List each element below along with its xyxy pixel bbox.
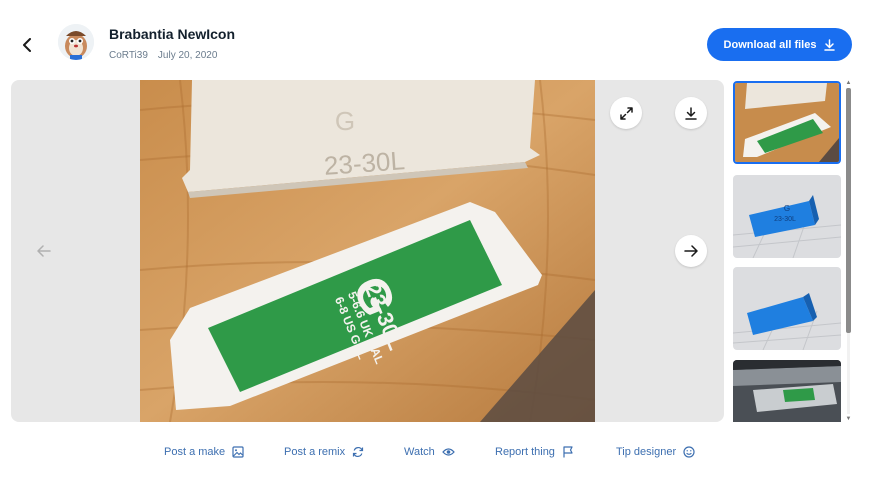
download-image-button[interactable] [675, 97, 707, 129]
thing-actions: Post a make Post a remix Watch Report th… [0, 446, 870, 464]
author-link[interactable]: CoRTi39 [109, 50, 148, 61]
avatar[interactable] [58, 24, 94, 60]
tip-designer-button[interactable]: Tip designer [616, 446, 695, 458]
eye-icon [441, 448, 455, 456]
watch-button[interactable]: Watch [404, 446, 455, 458]
thumbnail-2[interactable]: G 23-30L [733, 175, 841, 258]
post-make-label: Post a make [164, 446, 226, 458]
arrow-left-icon [37, 245, 51, 257]
arrow-right-icon [684, 245, 698, 257]
download-icon [685, 106, 697, 120]
top-label-letter: G [335, 106, 355, 136]
chevron-left-icon [23, 38, 31, 52]
thing-meta: CoRTi39 July 20, 2020 [109, 50, 217, 61]
watch-label: Watch [404, 446, 435, 458]
thing-title: Brabantia NewIcon [109, 26, 236, 42]
report-thing-label: Report thing [495, 446, 555, 458]
flag-icon [563, 446, 573, 458]
tip-designer-label: Tip designer [616, 446, 677, 458]
scrollbar-thumb[interactable] [846, 88, 851, 333]
back-button[interactable] [14, 32, 40, 58]
remix-icon [353, 446, 364, 458]
fullscreen-button[interactable] [610, 97, 642, 129]
post-make-button[interactable]: Post a make [164, 446, 244, 458]
photo-labels-image: G 23-30L G 23-30L 5-6.6 UK GAL 6-8 US GA… [140, 80, 595, 422]
next-image-button[interactable] [675, 235, 707, 267]
top-label-size: 23-30L [323, 145, 406, 181]
thing-page: Brabantia NewIcon CoRTi39 July 20, 2020 … [0, 0, 870, 489]
post-remix-button[interactable]: Post a remix [284, 446, 364, 458]
thumbnail-strip: G 23-30L [733, 80, 843, 422]
svg-text:G: G [784, 204, 790, 213]
image-icon [232, 446, 244, 458]
avatar-image [58, 24, 94, 60]
main-photo[interactable]: G 23-30L G 23-30L 5-6.6 UK GAL 6-8 US GA… [140, 80, 595, 422]
download-all-label: Download all files [723, 38, 817, 51]
thumbnail-1[interactable] [733, 81, 841, 164]
expand-icon [619, 106, 633, 120]
svg-text:23-30L: 23-30L [774, 216, 796, 223]
image-viewer: G 23-30L G 23-30L 5-6.6 UK GAL 6-8 US GA… [11, 80, 724, 422]
scroll-up-arrow[interactable]: ▲ [845, 80, 852, 86]
download-all-button[interactable]: Download all files [707, 28, 852, 61]
publish-date: July 20, 2020 [157, 50, 218, 61]
smile-icon [683, 446, 695, 458]
thumbnail-3[interactable] [733, 267, 841, 350]
previous-image-button[interactable] [33, 240, 55, 262]
thumbnail-scrollbar[interactable]: ▲ ▼ [845, 80, 852, 422]
thumbnail-4[interactable] [733, 360, 841, 422]
download-icon [824, 38, 836, 51]
post-remix-label: Post a remix [284, 446, 346, 458]
scroll-down-arrow[interactable]: ▼ [845, 416, 852, 422]
report-thing-button[interactable]: Report thing [495, 446, 574, 458]
